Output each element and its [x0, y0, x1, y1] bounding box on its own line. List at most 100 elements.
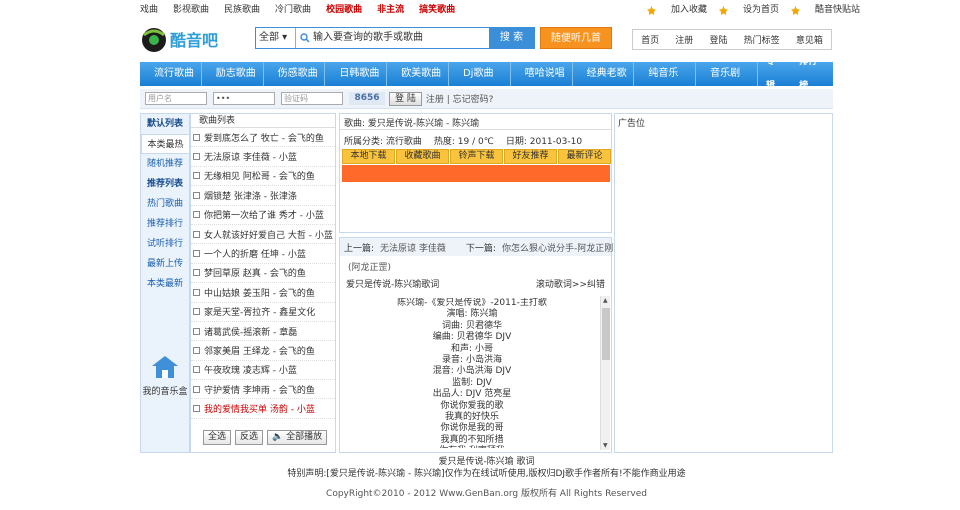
song-row[interactable]: 无缘相见 阿松哥 - 会飞的鱼 [191, 167, 335, 187]
captcha-image[interactable]: 8656 [349, 92, 385, 105]
song-row[interactable]: 家是天堂-胥拉齐 - 鑫星文化 [191, 303, 335, 322]
song-name[interactable]: 诸葛武侯-摇滚新 - 章磊 [204, 325, 297, 338]
top-link[interactable]: 校园歌曲 [326, 3, 362, 17]
song-checkbox[interactable] [193, 385, 200, 393]
main-nav-item[interactable]: 流行歌曲 [140, 62, 202, 86]
site-logo[interactable]: 酷音吧 [140, 25, 236, 55]
song-row[interactable]: 女人就该好好爱自己 大哲 - 小蓝 [191, 225, 335, 245]
song-checkbox[interactable] [193, 191, 200, 199]
song-action-button[interactable]: 最新评论 [558, 149, 611, 164]
left-menu-item[interactable]: 试听排行 [141, 234, 189, 254]
main-nav-item[interactable]: 音乐剧 [696, 62, 758, 86]
left-menu-item[interactable]: 推荐排行 [141, 214, 189, 234]
username-input[interactable]: 用户名 [145, 92, 207, 105]
top-link[interactable]: 戏曲 [140, 3, 158, 17]
song-name[interactable]: 我的爱情我买单 汤韵 - 小蓝 [204, 402, 315, 415]
main-nav-item[interactable]: Dj歌曲 [449, 62, 511, 86]
song-row[interactable]: 梦回草原 赵真 - 会飞的鱼 [191, 264, 335, 284]
next-song-link[interactable]: 你怎么狠心说分手-阿龙正刚 [502, 241, 613, 254]
song-checkbox[interactable] [193, 250, 200, 258]
scroll-up-icon[interactable]: ▲ [603, 297, 608, 304]
song-name[interactable]: 梦回草原 赵真 - 会飞的鱼 [204, 266, 306, 279]
song-checkbox[interactable] [193, 230, 200, 238]
song-checkbox[interactable] [193, 327, 200, 335]
scroll-down-icon[interactable]: ▼ [603, 442, 608, 449]
search-button[interactable]: 搜 索 [489, 28, 534, 48]
lyrics-scrollbar[interactable]: ▲ ▼ [600, 296, 610, 450]
song-row[interactable]: 诸葛武侯-摇滚新 - 章磊 [191, 322, 335, 342]
top-link[interactable]: 非主流 [377, 3, 404, 17]
main-nav-item[interactable]: 经典老歌 [573, 62, 635, 86]
song-name[interactable]: 邻家美眉 王绎龙 - 会飞的鱼 [204, 344, 315, 357]
song-checkbox[interactable] [193, 366, 200, 374]
song-row[interactable]: 守护爱情 李坤雨 - 会飞的鱼 [191, 380, 335, 400]
register-forgot-links[interactable]: 注册 | 忘记密码? [426, 92, 494, 105]
left-menu-item[interactable]: 热门歌曲 [141, 194, 189, 214]
song-checkbox[interactable] [193, 211, 200, 219]
main-nav-item[interactable]: 日韩歌曲 [325, 62, 388, 86]
util-nav-link[interactable]: 登陆 [709, 33, 727, 46]
song-row[interactable]: 烟锁楚 张津涤 - 张津涤 [191, 186, 335, 206]
song-checkbox[interactable] [193, 133, 200, 141]
top-link[interactable]: 影视歌曲 [173, 3, 209, 17]
song-name[interactable]: 女人就该好好爱自己 大哲 - 小蓝 [204, 228, 333, 241]
song-name[interactable]: 家是天堂-胥拉齐 - 鑫星文化 [204, 305, 315, 318]
song-action-button[interactable]: 本地下载 [342, 149, 395, 164]
song-row[interactable]: 午夜玫瑰 凌志辉 - 小蓝 [191, 361, 335, 381]
main-nav-item[interactable]: 欧美歌曲 [387, 62, 449, 86]
song-row[interactable]: 我的爱情我买单 汤韵 - 小蓝 [191, 399, 335, 419]
main-nav-item[interactable]: 伤感歌曲 [264, 62, 326, 86]
password-input[interactable]: ••• [213, 92, 275, 105]
top-link[interactable]: 民族歌曲 [224, 3, 260, 17]
song-name[interactable]: 无法原谅 李佳薇 - 小蓝 [204, 150, 297, 163]
song-checkbox[interactable] [193, 269, 200, 277]
song-action-button[interactable]: 好友推荐 [504, 149, 557, 164]
login-button[interactable]: 登 陆 [389, 91, 422, 106]
player-bar[interactable] [342, 165, 610, 182]
song-row[interactable]: 爱到底怎么了 牧亡 - 会飞的鱼 [191, 128, 335, 148]
song-name[interactable]: 一个人的折磨 任坤 - 小蓝 [204, 247, 306, 260]
top-link[interactable]: 冷门歌曲 [275, 3, 311, 17]
main-nav-item[interactable]: 嘻哈说唱 [511, 62, 573, 86]
music-box-icon[interactable] [151, 354, 179, 380]
captcha-input[interactable]: 验证码 [281, 92, 343, 105]
select-all-button[interactable]: 全选 [203, 430, 232, 445]
song-checkbox[interactable] [193, 405, 200, 413]
util-nav-link[interactable]: 热门标签 [744, 33, 780, 46]
top-link[interactable]: 搞笑歌曲 [419, 3, 455, 17]
left-menu-item[interactable]: 本类最热 [141, 134, 189, 154]
song-checkbox[interactable] [193, 153, 200, 161]
search-input[interactable]: 输入要查询的歌手或歌曲 [296, 28, 489, 48]
util-nav-link[interactable]: 首页 [641, 33, 659, 46]
song-action-button[interactable]: 收藏歌曲 [396, 149, 449, 164]
main-nav-item[interactable]: 纯音乐 [634, 62, 697, 86]
left-menu-item[interactable]: 最新上传 [141, 254, 189, 274]
song-name[interactable]: 守护爱情 李坤雨 - 会飞的鱼 [204, 383, 315, 396]
scrollbar-thumb[interactable] [602, 308, 610, 360]
random-listen-button[interactable]: 随便听几首 [540, 27, 612, 49]
song-checkbox[interactable] [193, 172, 200, 180]
song-row[interactable]: 你把第一次给了谁 秀才 - 小蓝 [191, 206, 335, 225]
left-menu-item[interactable]: 本类最新 [141, 274, 189, 294]
music-box-label[interactable]: 我的音乐盒 [141, 384, 189, 397]
main-nav-item[interactable]: 励志歌曲 [202, 62, 264, 86]
invert-select-button[interactable]: 反选 [235, 430, 264, 445]
song-row[interactable]: 中山姑娘 姜玉阳 - 会飞的鱼 [191, 283, 335, 303]
search-scope-select[interactable]: 全部 ▾ [256, 28, 296, 48]
play-all-button[interactable]: 🔈 全部播放 [267, 430, 328, 445]
scroll-lyrics-link[interactable]: 滚动歌词>>纠错 [536, 277, 605, 290]
song-name[interactable]: 你把第一次给了谁 秀才 - 小蓝 [204, 208, 324, 221]
song-checkbox[interactable] [193, 288, 200, 296]
top-right-link[interactable]: 酷音快贴站 [790, 3, 860, 17]
song-action-button[interactable]: 铃声下载 [450, 149, 503, 164]
song-name[interactable]: 无缘相见 阿松哥 - 会飞的鱼 [204, 169, 315, 182]
song-name[interactable]: 中山姑娘 姜玉阳 - 会飞的鱼 [204, 286, 315, 299]
util-nav-link[interactable]: 意见箱 [796, 33, 823, 46]
song-name[interactable]: 爱到底怎么了 牧亡 - 会飞的鱼 [204, 131, 324, 144]
song-checkbox[interactable] [193, 308, 200, 316]
top-right-link[interactable]: 设为首页 [718, 3, 779, 17]
song-name[interactable]: 午夜玫瑰 凌志辉 - 小蓝 [204, 363, 297, 376]
prev-song-link[interactable]: 无法原谅 李佳薇 [380, 241, 446, 254]
song-row[interactable]: 无法原谅 李佳薇 - 小蓝 [191, 147, 335, 167]
song-checkbox[interactable] [193, 346, 200, 354]
